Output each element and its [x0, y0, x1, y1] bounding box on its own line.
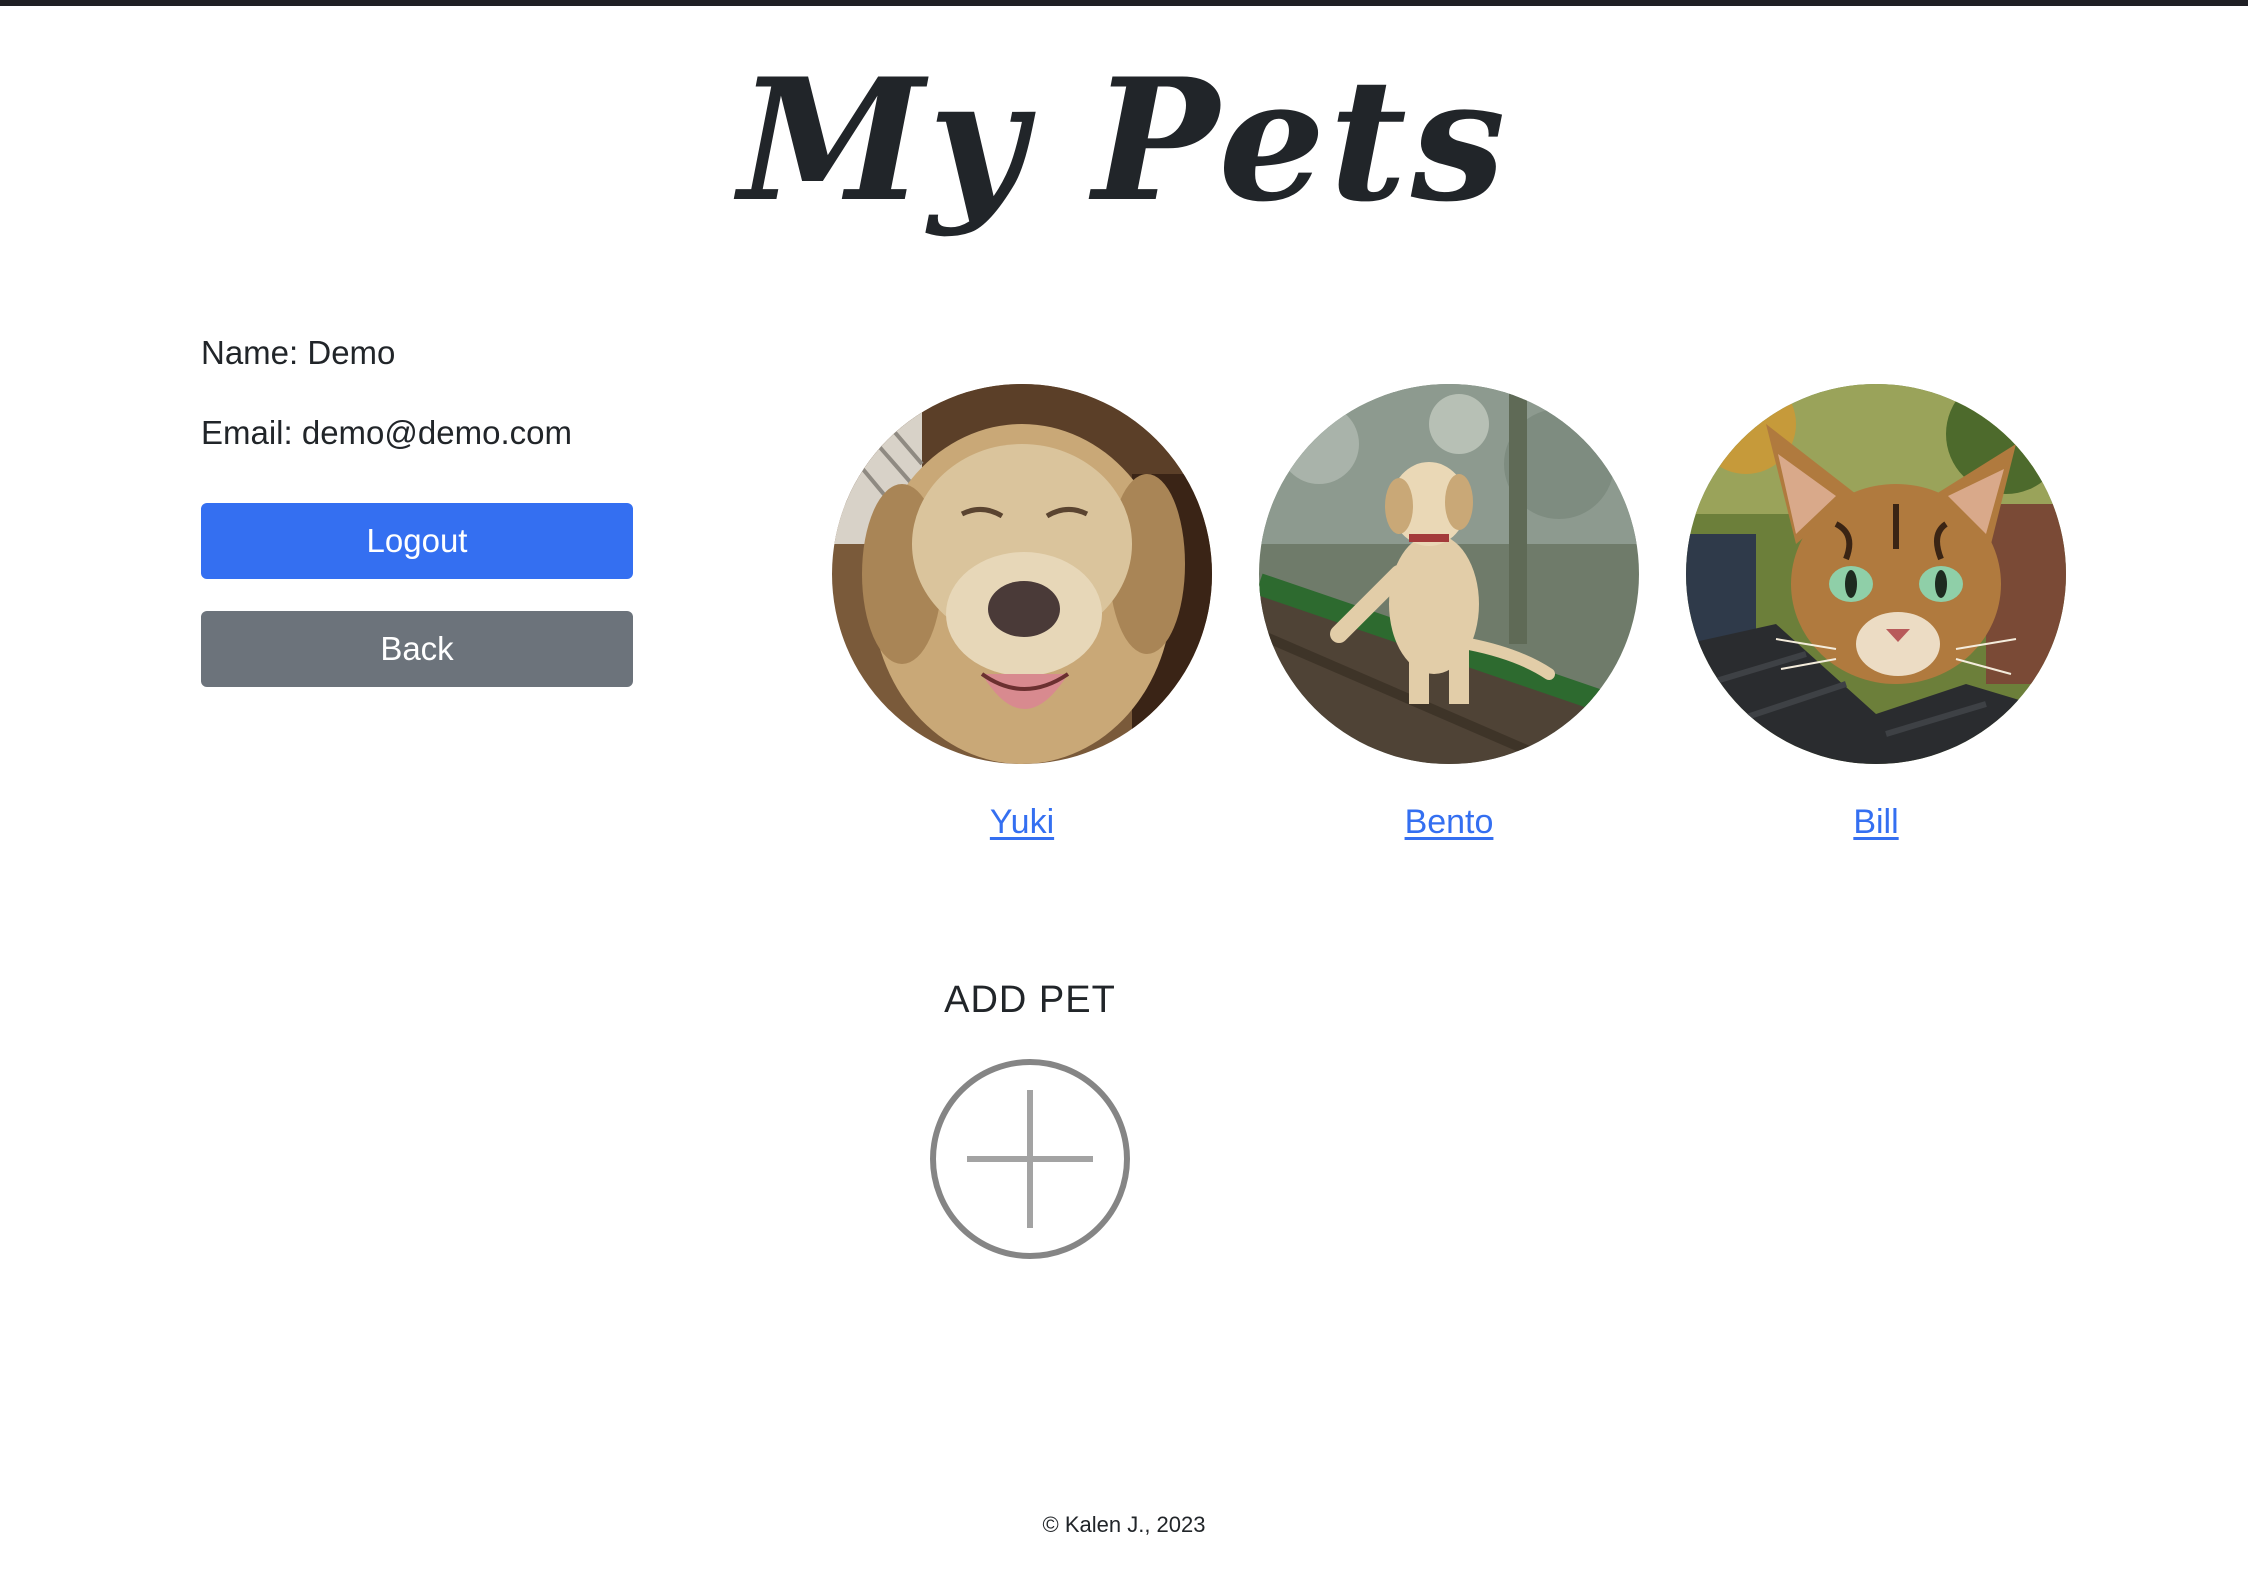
- profile-email: Email: demo@demo.com: [201, 414, 572, 451]
- pet-card-yuki: Yuki: [832, 384, 1212, 844]
- add-pet-title: ADD PET: [944, 979, 1116, 1021]
- pet-card-bento: Bento: [1259, 384, 1639, 844]
- yellow-labrador-image: [832, 384, 1212, 764]
- pet-list: Yuki Bento Bill: [832, 384, 2066, 844]
- add-pet-button[interactable]: [929, 1058, 1131, 1260]
- bengal-cat-photo[interactable]: [1686, 384, 2066, 764]
- pet-link-yuki[interactable]: Yuki: [990, 800, 1054, 844]
- pet-link-bill[interactable]: Bill: [1853, 800, 1898, 844]
- puppy-on-log-photo[interactable]: [1259, 384, 1639, 764]
- pet-link-bento[interactable]: Bento: [1405, 800, 1494, 844]
- puppy-on-log-image: [1259, 384, 1639, 764]
- top-bar: [0, 0, 2248, 6]
- yellow-labrador-photo[interactable]: [832, 384, 1212, 764]
- footer-copyright: © Kalen J., 2023: [1042, 1512, 1206, 1537]
- page-title: My Pets: [738, 41, 1510, 239]
- logout-button[interactable]: Logout: [201, 503, 633, 579]
- plus-circle-icon: [930, 1059, 1130, 1259]
- add-pet-section: ADD PET: [900, 975, 1160, 1260]
- bengal-cat-image: [1686, 384, 2066, 764]
- pet-card-bill: Bill: [1686, 384, 2066, 844]
- profile-name: Name: Demo: [201, 334, 396, 371]
- profile-panel: Name: Demo Email: demo@demo.com Logout B…: [201, 330, 633, 687]
- back-button[interactable]: Back: [201, 611, 633, 687]
